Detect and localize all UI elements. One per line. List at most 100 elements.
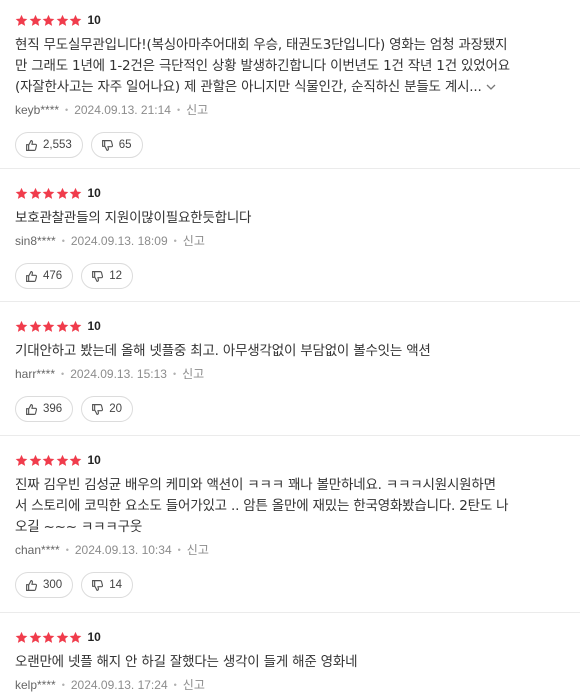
thumbs-down-icon <box>92 579 104 591</box>
like-count: 2,553 <box>43 139 72 151</box>
star-icon <box>29 187 41 199</box>
review-text: 현직 무도실무관입니다!(복싱아마추어대회 우승, 태권도3단입니다) 영화는 … <box>15 35 566 98</box>
star-rating <box>15 14 83 27</box>
review-text: 오랜만에 넷플 해지 안 하길 잘했다는 생각이 들게 해준 영화네 <box>15 652 566 673</box>
star-icon <box>42 14 55 26</box>
report-link[interactable]: 신고 <box>187 541 209 558</box>
rating-score: 10 <box>87 13 101 27</box>
star-icon <box>15 14 28 26</box>
report-link[interactable]: 신고 <box>183 676 205 693</box>
star-icon <box>42 454 55 466</box>
review-text-line-content: (자잘한사고는 자주 일어나요) 제 관할은 아니지만 식물인간, 순직하신 분… <box>15 79 482 95</box>
star-icon <box>29 454 41 466</box>
rating-score: 10 <box>87 453 101 467</box>
like-button[interactable]: 396 <box>15 396 74 422</box>
review-author[interactable]: chan**** <box>15 543 60 557</box>
review-author[interactable]: keyb**** <box>15 103 59 117</box>
dislike-button[interactable]: 14 <box>81 572 133 598</box>
review-author[interactable]: harr**** <box>15 367 55 381</box>
star-icon <box>42 631 55 643</box>
review-text-line: 현직 무도실무관입니다!(복싱아마추어대회 우승, 태권도3단입니다) 영화는 … <box>15 37 508 53</box>
thumbs-up-icon <box>26 579 38 591</box>
thumbs-down-icon <box>101 139 113 151</box>
star-icon <box>56 187 68 199</box>
review-meta: chan**** • 2024.09.13. 10:34 • 신고 <box>15 541 566 558</box>
star-icon <box>42 187 55 199</box>
star-icon <box>42 320 55 332</box>
thumbs-down-icon <box>92 403 104 415</box>
meta-separator: • <box>61 235 65 246</box>
like-count: 300 <box>43 579 63 591</box>
star-icon <box>56 14 68 26</box>
like-count: 476 <box>43 270 63 282</box>
review-author[interactable]: kelp**** <box>15 678 56 692</box>
review-text: 기대안하고 봤는데 올해 넷플중 최고. 아무생각없이 부담없이 볼수잇는 액션 <box>15 341 566 362</box>
star-icon <box>29 631 41 643</box>
star-icon <box>15 187 28 199</box>
review-author[interactable]: sin8**** <box>15 234 56 248</box>
review-meta: harr**** • 2024.09.13. 15:13 • 신고 <box>15 365 566 382</box>
thumbs-up-icon <box>26 139 38 151</box>
review-text-line: 오길 ~~~ ㅋㅋㅋ구웃 <box>15 519 143 535</box>
review-text-line: 보호관찰관들의 지원이많이필요한듯합니다 <box>15 210 252 226</box>
review-item: 10 진짜 김우빈 김성균 배우의 케미와 액션이 ㅋㅋㅋ 꽤나 볼만하네요. … <box>0 436 580 613</box>
report-link[interactable]: 신고 <box>182 365 204 382</box>
star-icon <box>69 320 82 332</box>
star-icon <box>69 631 82 643</box>
dislike-count: 65 <box>118 139 132 151</box>
meta-separator: • <box>65 544 69 555</box>
like-count: 396 <box>43 403 63 415</box>
rating: 10 <box>15 316 566 336</box>
vote-buttons: 300 14 <box>15 572 566 598</box>
review-text-line: 진짜 김우빈 김성균 배우의 케미와 액션이 ㅋㅋㅋ 꽤나 볼만하네요. ㅋㅋㅋ… <box>15 477 496 493</box>
star-icon <box>56 320 68 332</box>
rating: 10 <box>15 183 566 203</box>
meta-separator: • <box>61 679 65 690</box>
star-rating <box>15 187 83 200</box>
dislike-button[interactable]: 65 <box>90 132 143 158</box>
star-icon <box>56 631 68 643</box>
vote-buttons: 2,553 65 <box>15 132 566 158</box>
review-item: 10 기대안하고 봤는데 올해 넷플중 최고. 아무생각없이 부담없이 볼수잇는… <box>0 302 580 436</box>
meta-separator: • <box>172 368 177 379</box>
review-text: 보호관찰관들의 지원이많이필요한듯합니다 <box>15 208 566 229</box>
thumbs-up-icon <box>26 270 38 282</box>
thumbs-up-icon <box>26 403 38 415</box>
like-button[interactable]: 2,553 <box>15 132 83 158</box>
vote-buttons: 396 20 <box>15 396 566 422</box>
review-text-line: 오랜만에 넷플 해지 안 하길 잘했다는 생각이 들게 해준 영화네 <box>15 654 358 670</box>
rating: 10 <box>15 627 566 647</box>
rating: 10 <box>15 450 566 470</box>
like-button[interactable]: 300 <box>15 572 74 598</box>
dislike-count: 12 <box>109 270 122 282</box>
report-link[interactable]: 신고 <box>186 101 208 118</box>
review-date: 2024.09.13. 18:09 <box>70 233 168 248</box>
vote-buttons: 476 12 <box>15 263 566 289</box>
review-text-line: 서 스토리에 코믹한 요소도 들어가있고 .. 암튼 올만에 재밌는 한국영화봤… <box>15 498 509 514</box>
star-rating <box>15 320 83 333</box>
review-item: 10 오랜만에 넷플 해지 안 하길 잘했다는 생각이 들게 해준 영화네 ke… <box>0 613 580 692</box>
dislike-count: 14 <box>109 579 122 591</box>
review-list: 10 현직 무도실무관입니다!(복싱아마추어대회 우승, 태권도3단입니다) 영… <box>0 0 580 692</box>
meta-separator: • <box>61 368 65 379</box>
rating-score: 10 <box>87 630 101 644</box>
review-meta: kelp**** • 2024.09.13. 17:24 • 신고 <box>15 676 566 693</box>
review-item: 10 보호관찰관들의 지원이많이필요한듯합니다 sin8**** • 2024.… <box>0 169 580 302</box>
meta-separator: • <box>177 544 181 555</box>
like-button[interactable]: 476 <box>15 263 74 289</box>
star-icon <box>69 454 82 466</box>
chevron-down-icon[interactable] <box>485 81 497 93</box>
review-text-line: (자잘한사고는 자주 일어나요) 제 관할은 아니지만 식물인간, 순직하신 분… <box>15 77 566 98</box>
review-date: 2024.09.13. 15:13 <box>70 366 167 381</box>
star-rating <box>15 631 83 644</box>
meta-separator: • <box>65 104 69 115</box>
report-link[interactable]: 신고 <box>183 232 205 249</box>
star-icon <box>56 454 68 466</box>
dislike-button[interactable]: 12 <box>81 263 133 289</box>
meta-separator: • <box>173 679 177 690</box>
star-icon <box>15 320 28 332</box>
rating-score: 10 <box>87 186 101 200</box>
star-icon <box>15 631 28 643</box>
dislike-button[interactable]: 20 <box>81 396 133 422</box>
meta-separator: • <box>176 104 181 115</box>
